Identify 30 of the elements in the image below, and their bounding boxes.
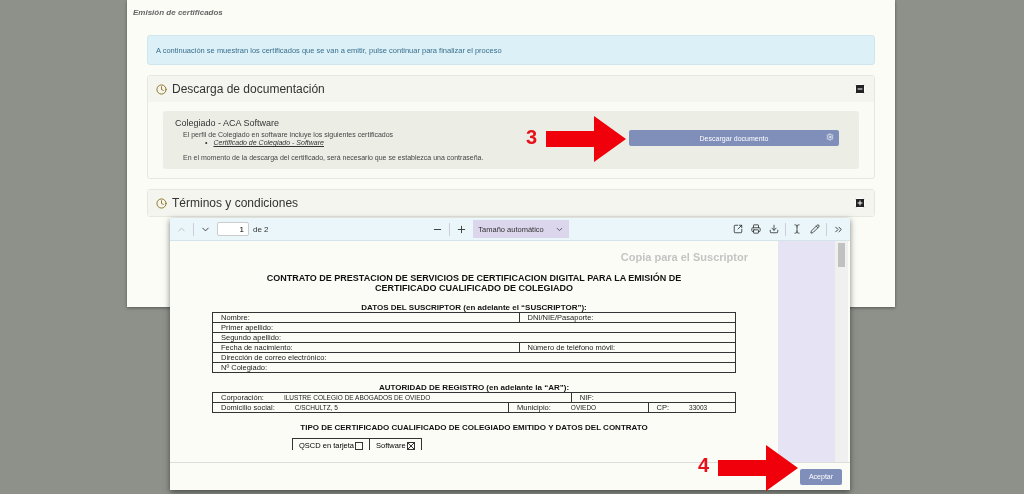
text-cursor-icon [792, 224, 802, 234]
page-count: de 2 [253, 224, 269, 234]
document-title: CONTRATO DE PRESTACION DE SERVICIOS DE CERTIFICACION DIGITAL PARA LA EMISIÓN DE [265, 273, 683, 283]
plus-icon [456, 223, 468, 235]
table-heading: DATOS DEL SUSCRIPTOR (en adelante el “SUSCRIPTOR”): [360, 303, 588, 312]
page-title: Emisión de certificados [133, 8, 224, 17]
collapse-icon[interactable] [854, 83, 866, 95]
gear-icon [826, 133, 834, 141]
printer-icon [751, 224, 761, 234]
clock-icon [156, 83, 167, 95]
pencil-icon [810, 224, 820, 234]
draw-tool-button[interactable] [808, 224, 822, 234]
expand-icon[interactable] [854, 197, 866, 209]
clock-icon [156, 197, 167, 209]
print-button[interactable] [749, 224, 763, 234]
step-number: 3 [526, 126, 538, 149]
open-external-button[interactable] [731, 224, 745, 234]
section-title: Términos y condiciones [172, 196, 300, 210]
table-heading: AUTORIDAD DE REGISTRO (en adelante la “AR”): [377, 383, 571, 392]
scrollbar[interactable] [835, 241, 848, 462]
profile-name: Colegiado - ACA Software [175, 118, 281, 128]
step-number: 4 [698, 454, 710, 477]
download-icon [769, 224, 779, 234]
section-title: Descarga de documentación [172, 82, 326, 96]
page-number-field[interactable]: 1 [217, 222, 249, 236]
external-link-icon [733, 224, 743, 234]
save-button[interactable] [767, 224, 781, 234]
table-heading: TIPO DE CERTIFICADO CUALIFICADO DE COLEGIADO EMITIDO Y DATOS DEL CONTRATO [299, 423, 649, 432]
copy-notice-text: Copia para el Suscriptor [620, 251, 748, 263]
document-title: CERTIFICADO CUALIFICADO DE COLEGIADO [374, 283, 574, 293]
